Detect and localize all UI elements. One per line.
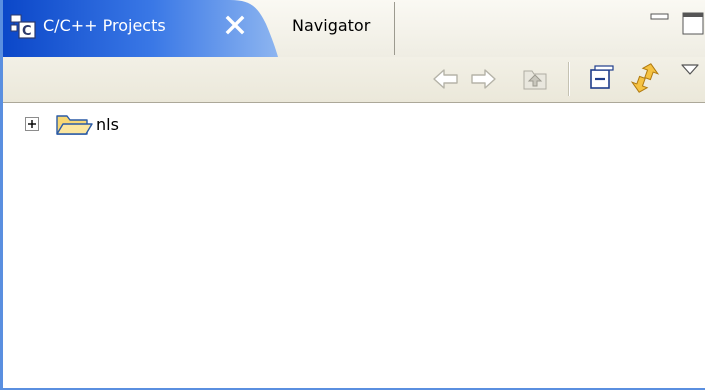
- cpp-projects-view: C C/C++ Projects Navigator nls: [0, 0, 705, 390]
- cpp-projects-icon: C: [9, 12, 37, 40]
- tab-cpp-projects[interactable]: C C/C++ Projects: [0, 0, 278, 57]
- svg-text:C: C: [22, 24, 32, 39]
- view-border-left: [0, 0, 3, 390]
- tab-label-navigator: Navigator: [292, 16, 371, 35]
- up-icon[interactable]: [520, 63, 550, 93]
- toolbar-separator: [568, 62, 570, 96]
- minimize-icon[interactable]: [650, 12, 670, 32]
- forward-icon[interactable]: [469, 66, 497, 92]
- project-tree: nls: [3, 103, 705, 388]
- view-tab-strip: C C/C++ Projects Navigator: [0, 0, 705, 57]
- folder-open-icon: [54, 112, 94, 138]
- collapse-all-icon[interactable]: [586, 63, 616, 93]
- tree-item-label: nls: [96, 115, 119, 134]
- view-menu-icon[interactable]: [680, 62, 700, 76]
- tab-label-cpp-projects: C/C++ Projects: [43, 16, 166, 35]
- expand-plus-icon[interactable]: [25, 117, 40, 132]
- close-icon[interactable]: [224, 14, 246, 36]
- tree-item-nls[interactable]: nls: [3, 112, 303, 138]
- view-toolbar: [3, 57, 705, 103]
- tab-divider: [394, 2, 395, 55]
- back-icon[interactable]: [432, 66, 460, 92]
- tab-navigator[interactable]: Navigator: [278, 3, 394, 57]
- maximize-icon[interactable]: [682, 12, 705, 36]
- link-with-editor-icon[interactable]: [628, 60, 664, 96]
